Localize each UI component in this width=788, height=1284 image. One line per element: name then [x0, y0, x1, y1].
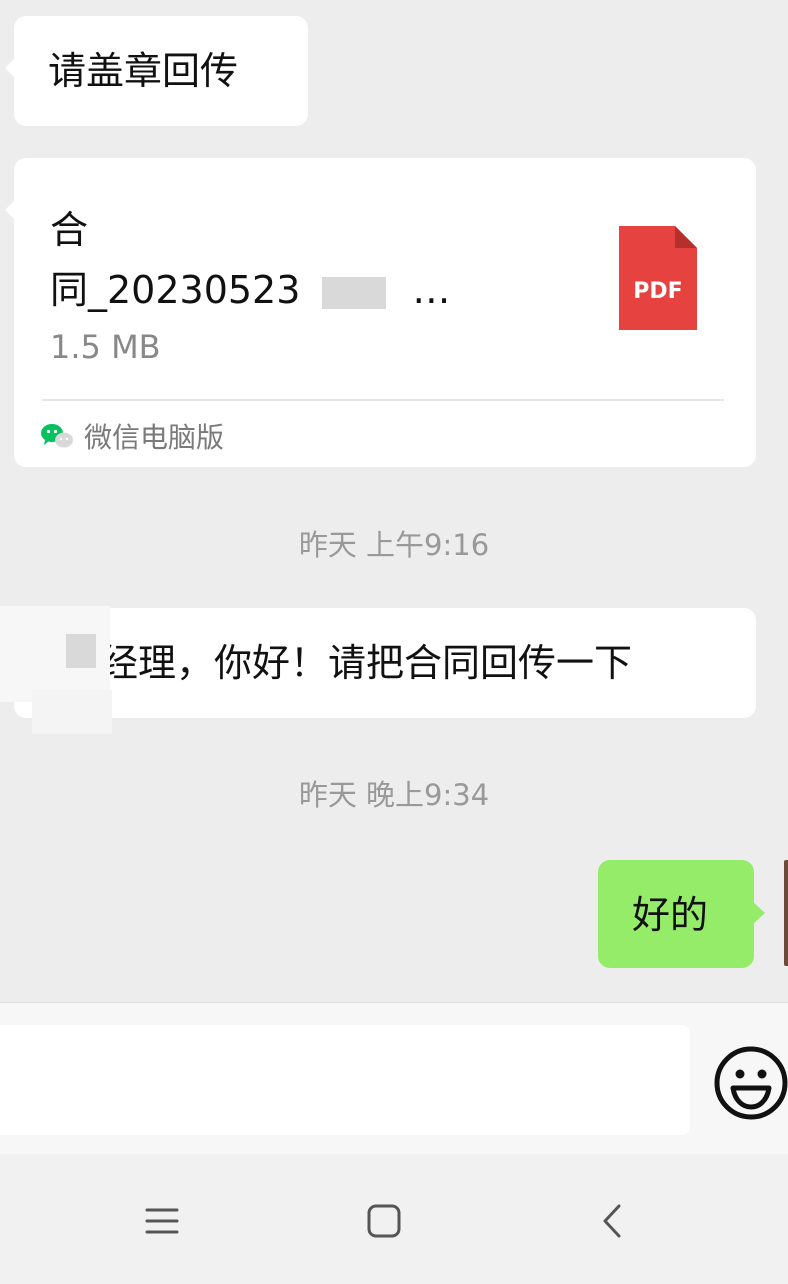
card-divider — [42, 399, 724, 401]
pdf-file-icon: PDF — [619, 226, 697, 330]
file-source: 微信电脑版 — [40, 416, 224, 456]
file-size: 1.5 MB — [50, 328, 161, 366]
back-icon[interactable] — [585, 1194, 639, 1248]
redacted-block — [322, 276, 387, 309]
menu-icon[interactable] — [135, 1194, 189, 1248]
timestamp: 昨天 上午9:16 — [298, 528, 490, 562]
file-name: 合 同_20230523 … — [50, 200, 530, 320]
redacted-block — [66, 634, 96, 668]
file-name-text: 同_20230523 — [50, 268, 301, 312]
file-name-line2: 同_20230523 … — [50, 260, 530, 320]
redacted-block — [32, 690, 112, 734]
smiley-icon[interactable] — [713, 1045, 788, 1121]
chat-area: 请盖章回传 合 同_20230523 … 1.5 MB PDF 微信电脑版 昨天 … — [0, 0, 788, 1002]
timestamp: 昨天 晚上9:34 — [298, 778, 490, 812]
input-bar — [0, 1002, 788, 1154]
wechat-icon — [41, 424, 73, 448]
file-source-label: 微信电脑版 — [84, 421, 225, 454]
message-bubble[interactable]: 经理，你好！请把合同回传一下 — [5, 608, 756, 718]
avatar[interactable] — [784, 860, 788, 966]
file-message-card[interactable]: 合 同_20230523 … 1.5 MB PDF 微信电脑版 — [5, 158, 756, 467]
message-text: 经理，你好！请把合同回传一下 — [100, 644, 632, 682]
message-bubble[interactable]: 请盖章回传 — [5, 16, 308, 126]
message-text: 请盖章回传 — [48, 49, 239, 93]
pdf-file-icon-label: PDF — [633, 279, 682, 304]
sent-message-bubble[interactable]: 好的 — [598, 860, 765, 968]
message-text-content: 经理，你好！请把合同回传一下 — [100, 641, 633, 685]
file-name-line1: 合 — [50, 208, 89, 252]
system-nav-bar — [0, 1154, 788, 1284]
home-icon[interactable] — [357, 1194, 411, 1248]
message-input[interactable] — [0, 1025, 690, 1135]
message-text: 好的 — [632, 893, 709, 937]
file-name-ellipsis: … — [412, 268, 451, 312]
